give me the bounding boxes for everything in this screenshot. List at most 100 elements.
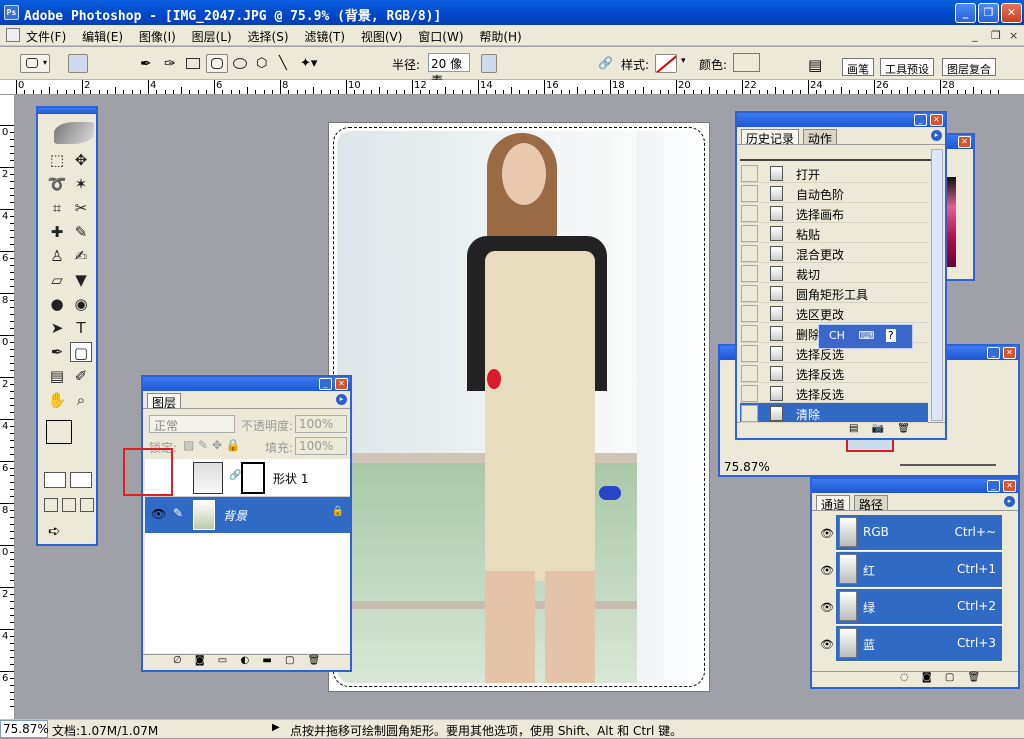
history-source-checkbox[interactable] [741,385,758,402]
history-item[interactable]: 选区更改 [740,303,928,323]
notes-tool-icon[interactable]: ▤ [46,366,68,386]
layer-row-background[interactable]: 👁 ✎ 背景 🔒 [145,497,350,533]
history-item[interactable]: 选择反选 [740,363,928,383]
eye-icon[interactable]: 👁 [820,638,834,651]
history-brush-icon[interactable]: ✍ [70,246,92,266]
panel-menu-arrow-icon[interactable]: ▸ [931,130,942,141]
minimize-button[interactable]: _ [955,3,976,23]
eye-icon[interactable]: 👁 [820,601,834,614]
link-layers-icon[interactable]: ∅ [173,655,182,666]
new-shape-layer-button[interactable] [481,54,497,73]
tab-brushes[interactable]: 画笔 [842,58,874,76]
pen-tool-icon[interactable]: ✒ [140,56,152,72]
history-source-checkbox[interactable] [741,345,758,362]
new-adjustment-icon[interactable]: ▬ [262,655,271,666]
brush-tool-icon[interactable]: ✎ [70,222,92,242]
panel-minimize-button[interactable]: _ [319,378,332,390]
freeform-pen-icon[interactable]: ✑ [164,56,176,72]
history-source-checkbox[interactable] [741,165,758,182]
trash-icon[interactable]: 🗑 [897,423,910,434]
pen-tool-icon[interactable]: ✒ [46,342,68,362]
tab-layer-comps[interactable]: 图层复合 [942,58,996,76]
fill-input[interactable]: 100% [295,437,347,455]
rounded-rectangle-tool-icon[interactable] [206,54,228,73]
close-button[interactable]: ✕ [1001,3,1022,23]
panel-minimize-button[interactable]: _ [987,347,1000,359]
fill-pixels-button[interactable] [110,54,124,73]
jump-to-imageready-icon[interactable]: ➪ [48,522,61,540]
history-item[interactable]: 混合更改 [740,243,928,263]
polygon-tool-icon[interactable]: ⬡ [256,56,267,71]
rounded-rectangle-tool-icon[interactable]: ▢ [70,342,92,362]
history-source-checkbox[interactable] [741,365,758,382]
channel-row[interactable]: 绿 Ctrl+2 [836,589,1002,625]
eye-icon[interactable]: 👁 [820,564,834,577]
new-group-icon[interactable]: ◐ [240,655,249,666]
ime-toolbar[interactable]: CH ⌨ ? [818,324,913,349]
slice-tool-icon[interactable]: ✂ [70,198,92,218]
history-source-checkbox[interactable] [741,185,758,202]
panel-close-button[interactable]: ✕ [930,114,943,126]
healing-brush-icon[interactable]: ✚ [46,222,68,242]
panel-minimize-button[interactable]: _ [987,480,1000,492]
screen-mode-full-button[interactable] [80,498,94,512]
hand-tool-icon[interactable]: ✋ [46,390,68,410]
clone-stamp-icon[interactable]: ♙ [46,246,68,266]
doc-close-button[interactable]: × [1009,29,1018,42]
quick-mask-button[interactable] [70,472,92,488]
menu-file[interactable]: 文件(F) [26,30,66,44]
navigator-zoom[interactable]: 75.87% [724,460,770,474]
color-swatch[interactable] [733,53,760,72]
shape-layers-button[interactable] [68,54,88,73]
doc-minimize-button[interactable]: _ [972,29,978,42]
tab-actions[interactable]: 动作 [802,129,837,146]
snapshot-row[interactable] [740,147,932,161]
history-item[interactable]: 打开 [740,163,928,183]
trash-icon[interactable]: 🗑 [967,672,980,683]
menu-layer[interactable]: 图层(L) [192,30,232,44]
subtract-shape-button[interactable] [518,54,534,73]
eye-icon[interactable]: 👁 [820,527,834,540]
history-item[interactable]: 选择画布 [740,203,928,223]
channel-row[interactable]: RGB Ctrl+~ [836,515,1002,551]
tab-layers[interactable]: 图层 [147,393,182,410]
eyedropper-icon[interactable]: ✐ [70,366,92,386]
lasso-tool-icon[interactable]: ➰ [46,174,68,194]
chevron-down-icon[interactable]: ▾ [681,56,686,66]
history-item[interactable]: 裁切 [740,263,928,283]
history-source-checkbox[interactable] [741,305,758,322]
line-tool-icon[interactable]: ╲ [279,56,287,71]
history-item[interactable]: 清除 [740,403,928,423]
history-source-checkbox[interactable] [741,325,758,342]
link-icon[interactable]: 🔗 [229,470,241,481]
tool-preset-picker[interactable]: ▾ [20,54,50,73]
marquee-tool-icon[interactable]: ⬚ [46,150,68,170]
screen-mode-full-menu-button[interactable] [62,498,76,512]
type-tool-icon[interactable]: T [70,318,92,338]
history-source-checkbox[interactable] [741,205,758,222]
intersect-shape-button[interactable] [538,54,554,73]
opacity-input[interactable]: 100% [295,415,347,433]
add-style-icon[interactable]: ◙ [195,655,205,666]
rectangle-tool-icon[interactable] [186,58,200,69]
panel-menu-arrow-icon[interactable]: ▸ [1004,496,1015,507]
tab-history[interactable]: 历史记录 [741,129,800,146]
add-mask-icon[interactable]: ▭ [218,655,227,666]
help-icon[interactable]: ? [885,329,896,342]
tab-tool-presets[interactable]: 工具预设 [880,58,934,76]
status-menu-arrow-icon[interactable]: ▶ [272,722,280,733]
menu-image[interactable]: 图像(I) [139,30,176,44]
eye-icon[interactable]: 👁 [151,507,166,521]
doc-restore-button[interactable]: ❐ [991,29,1001,42]
foreground-color-swatch[interactable] [46,420,72,444]
history-item[interactable]: 粘贴 [740,223,928,243]
tab-paths[interactable]: 路径 [853,495,888,512]
crop-tool-icon[interactable]: ⌗ [46,198,68,218]
history-item[interactable]: 自动色阶 [740,183,928,203]
panel-close-button[interactable]: ✕ [1003,480,1016,492]
menu-select[interactable]: 选择(S) [248,30,289,44]
zoom-tool-icon[interactable]: ⌕ [70,390,92,410]
custom-shape-icon[interactable]: ✦▾ [300,56,317,71]
restore-button[interactable]: ❐ [978,3,999,23]
history-source-checkbox[interactable] [741,225,758,242]
